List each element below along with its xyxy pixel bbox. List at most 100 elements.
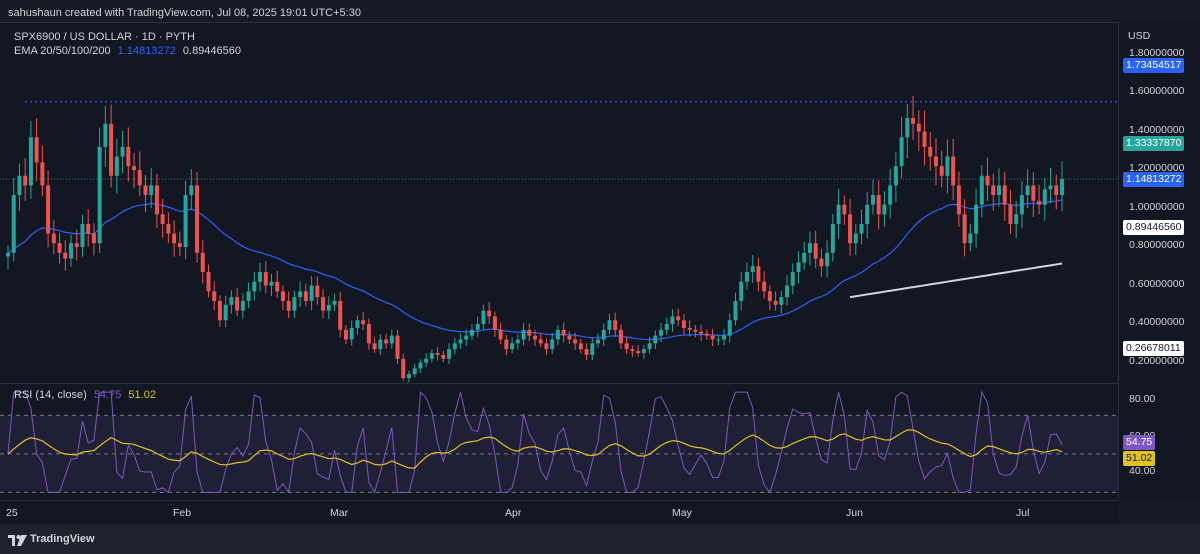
candle-body (933, 156, 938, 167)
candle-body (349, 327, 354, 340)
rsi-label: RSI (14, close) (14, 389, 87, 401)
candle-body (1031, 185, 1036, 201)
candle-body (366, 324, 371, 344)
candle-body (773, 300, 778, 305)
time-label: Mar (330, 507, 349, 519)
candle-body (922, 131, 927, 147)
candle-body (825, 252, 830, 267)
candle-body (945, 156, 950, 176)
candle-body (332, 300, 337, 305)
time-label: Jun (846, 507, 863, 519)
last-price-tag: 1.33337870 (1123, 136, 1185, 151)
candle-body (624, 343, 629, 350)
candle-body (710, 335, 715, 340)
time-axis[interactable]: 25 Feb Mar Apr May Jun Jul (0, 500, 1118, 524)
candle-body (6, 252, 10, 257)
candle-body (338, 300, 343, 330)
candle-body (991, 185, 996, 196)
rsi-band (0, 415, 1118, 493)
candle-body (447, 349, 452, 359)
candle-body (727, 320, 732, 336)
candle-body (853, 233, 858, 244)
candle-body (796, 262, 801, 273)
price-axis-label: 0.80000000 (1129, 239, 1185, 251)
candle-body (189, 185, 194, 196)
candle-body (613, 320, 618, 330)
candle-body (498, 329, 503, 340)
rsi-value-tag: 54.75 (1123, 435, 1156, 450)
rsi-value: 54.75 (93, 389, 122, 401)
currency-label[interactable]: USD (1128, 30, 1150, 42)
candle-body (23, 175, 28, 186)
price-axis-label: 0.40000000 (1129, 316, 1185, 328)
candle-body (647, 343, 652, 350)
candle-body (636, 351, 641, 353)
symbol-title: SPX6900 / US DOLLAR · 1D · PYTH (14, 31, 195, 43)
candle-body (137, 170, 142, 186)
time-label: Apr (505, 507, 522, 519)
candle-body (412, 368, 417, 375)
candle-body (258, 272, 263, 282)
symbol-legend: SPX6900 / US DOLLAR · 1D · PYTH (14, 31, 199, 43)
candle-body (996, 185, 1001, 196)
candle-body (521, 329, 526, 340)
ema-white-tag: 0.89446560 (1123, 220, 1185, 235)
candle-body (263, 272, 268, 286)
rsi-pane[interactable]: RSI (14, close) 54.75 51.02 (0, 383, 1118, 500)
rsi-axis-label: 40.00 (1129, 465, 1156, 477)
candle-body (17, 175, 22, 196)
candle-body (406, 374, 411, 379)
price-pane[interactable]: SPX6900 / US DOLLAR · 1D · PYTH EMA 20/5… (0, 22, 1118, 383)
low-line-tag: 0.26678011 (1123, 341, 1184, 356)
candle-body (888, 185, 893, 205)
candle-body (86, 223, 91, 234)
time-label: Jul (1016, 507, 1030, 519)
candle-body (475, 324, 480, 330)
candle-body (819, 258, 824, 267)
candle-body (590, 343, 595, 355)
candle-body (1048, 185, 1053, 190)
ema-blue-tag: 1.14813272 (1123, 172, 1185, 187)
candle-body (424, 358, 429, 363)
rsi-legend: RSI (14, close) 54.75 51.02 (14, 389, 160, 401)
candle-body (303, 291, 308, 301)
candle-body (28, 137, 33, 186)
candle-body (195, 185, 200, 253)
candle-body (378, 339, 383, 350)
rsi-chart[interactable] (0, 384, 1118, 501)
candle-body (315, 285, 320, 298)
candle-body (693, 329, 698, 332)
candle-body (223, 304, 228, 321)
ema-legend: EMA 20/50/100/200 1.14813272 0.89446560 (14, 45, 245, 57)
candle-body (716, 339, 721, 341)
candle-body (1037, 200, 1042, 205)
candle-body (905, 118, 910, 138)
candle-body (1054, 185, 1059, 196)
candle-body (544, 343, 549, 350)
candle-body (681, 320, 686, 328)
candle-body (109, 123, 114, 176)
candle-body (464, 335, 469, 340)
candle-body (739, 281, 744, 301)
candle-body (596, 339, 601, 344)
candle-body (235, 297, 240, 311)
brand-name: TradingView (30, 533, 95, 545)
tradingview-snapshot: sahushaun created with TradingView.com, … (0, 0, 1200, 554)
candle-body (767, 291, 772, 301)
candlestick-chart[interactable] (0, 23, 1118, 383)
candle-body (206, 272, 211, 292)
candle-body (46, 185, 51, 234)
ema-blue-line (7, 199, 1063, 341)
price-axis[interactable]: 1.80000000 1.60000000 1.40000000 1.20000… (1118, 22, 1200, 500)
candle-body (842, 204, 847, 215)
candle-body (578, 343, 583, 350)
candle-body (492, 316, 497, 330)
rsi-axis-label: 80.00 (1129, 393, 1156, 405)
candle-body (69, 243, 74, 259)
candle-body (103, 123, 108, 147)
candle-body (143, 185, 148, 196)
candle-body (1060, 179, 1064, 196)
candle-body (177, 243, 182, 248)
candle-body (601, 329, 606, 340)
candle-body (762, 281, 767, 292)
